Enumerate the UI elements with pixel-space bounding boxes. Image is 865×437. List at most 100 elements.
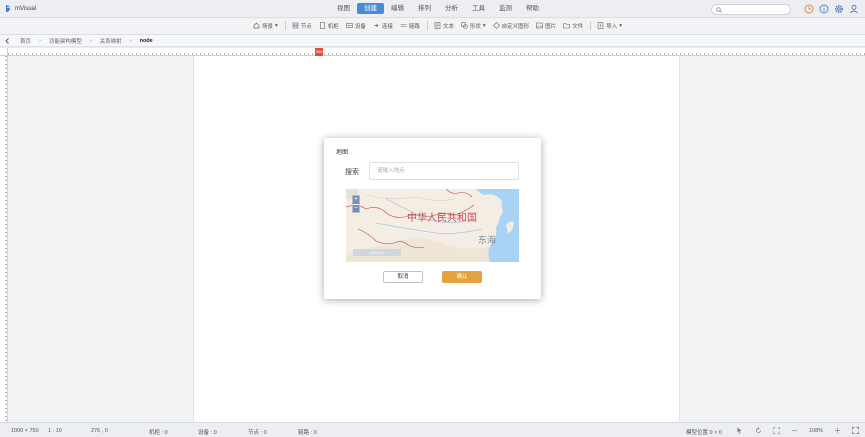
menu-edit[interactable]: 编辑 bbox=[384, 3, 411, 14]
tool-cabinet-label: 机柜 bbox=[327, 23, 339, 30]
breadcrumb: 首页 › 功能架构模型 › 关系映射 › node bbox=[0, 35, 865, 47]
file-icon bbox=[563, 23, 570, 29]
shape-icon bbox=[461, 22, 468, 29]
tool-file[interactable]: 文件 bbox=[563, 22, 583, 30]
status-cabinet-count: 机柜 : 0 bbox=[149, 430, 168, 436]
map-dialog: 地图 搜索 请输入地点 + − 中华人民共和国 东海 1000 km 取消 确认 bbox=[324, 138, 541, 299]
status-zoom-level: 108% bbox=[809, 428, 824, 434]
status-model-position: 模型位置 0 × 0 bbox=[686, 430, 722, 436]
tool-shape-label: 形状 bbox=[469, 23, 481, 30]
chevron-left-icon bbox=[5, 37, 9, 44]
tool-chain-label: 链路 bbox=[408, 23, 420, 30]
device-icon bbox=[346, 23, 353, 28]
map-label-country: 中华人民共和国 bbox=[407, 213, 477, 224]
ruler-marker[interactable]: 300 bbox=[315, 48, 323, 56]
zoom-out-button[interactable]: − bbox=[353, 204, 359, 212]
pointer-icon[interactable] bbox=[736, 427, 743, 434]
menu-analysis[interactable]: 分析 bbox=[438, 3, 465, 14]
scene-icon bbox=[253, 22, 260, 29]
cancel-button[interactable]: 取消 bbox=[383, 271, 423, 283]
tool-shape[interactable]: 形状 ▾ bbox=[461, 22, 486, 30]
main-menu: 视图 创建 编辑 排列 分析 工具 监测 帮助 bbox=[330, 3, 546, 14]
text-icon bbox=[434, 22, 441, 29]
tool-import-label: 导入 bbox=[606, 23, 618, 30]
menu-arrange[interactable]: 排列 bbox=[411, 3, 438, 14]
status-node-count: 节点 : 0 bbox=[248, 430, 267, 436]
tool-connect-label: 连接 bbox=[381, 23, 393, 30]
app-name: mVisual bbox=[15, 5, 37, 12]
tool-text[interactable]: 文本 bbox=[434, 22, 454, 30]
app-header: mVisual 视图 创建 编辑 排列 分析 工具 监测 帮助 × bbox=[0, 0, 865, 18]
toolbar-divider bbox=[426, 21, 428, 30]
menu-create[interactable]: 创建 bbox=[357, 3, 384, 14]
tool-device-label: 设备 bbox=[354, 23, 366, 30]
node-icon bbox=[292, 22, 299, 29]
vertical-ruler[interactable] bbox=[0, 56, 8, 422]
tool-import[interactable]: 导入 ▾ bbox=[597, 22, 622, 30]
menu-tools[interactable]: 工具 bbox=[465, 3, 492, 14]
zoom-in-icon[interactable] bbox=[834, 427, 841, 434]
tool-image-label: 图片 bbox=[545, 23, 557, 30]
tool-node-label: 节点 bbox=[300, 23, 312, 30]
map-view[interactable]: + − 中华人民共和国 东海 1000 km bbox=[346, 189, 519, 262]
zoom-out-icon[interactable] bbox=[791, 427, 798, 434]
zoom-in-button[interactable]: + bbox=[353, 196, 359, 204]
breadcrumb-item-home[interactable]: 首页 › bbox=[20, 37, 49, 45]
info-icon[interactable] bbox=[819, 4, 829, 14]
breadcrumb-label: node bbox=[139, 37, 153, 44]
breadcrumb-item-relation[interactable]: 关系映射 › bbox=[100, 37, 140, 45]
rotate-icon[interactable] bbox=[755, 427, 762, 434]
tool-cabinet[interactable]: 机柜 bbox=[319, 22, 339, 30]
user-icon[interactable] bbox=[849, 4, 859, 14]
breadcrumb-back[interactable] bbox=[5, 37, 10, 44]
create-toolbar: 场景 ▾ 节点 机柜 设备 连接 链路 文本 形状 ▾ 自定义图形 图片 文件 … bbox=[0, 18, 865, 35]
location-search-input[interactable]: 请输入地点 bbox=[369, 162, 519, 180]
close-menu-icon[interactable]: × bbox=[531, 4, 535, 11]
breadcrumb-label: 关系映射 bbox=[99, 38, 122, 45]
status-device-count: 设备 : 0 bbox=[198, 430, 217, 436]
tool-custom-shape[interactable]: 自定义图形 bbox=[492, 22, 530, 30]
search-icon bbox=[716, 7, 722, 13]
map-label-sea: 东海 bbox=[478, 235, 497, 245]
fullscreen-icon[interactable] bbox=[852, 427, 859, 434]
status-scale: 1 : 10 bbox=[48, 428, 62, 434]
ruler-corner bbox=[0, 48, 8, 56]
image-icon bbox=[536, 22, 543, 29]
tool-custom-shape-label: 自定义图形 bbox=[501, 23, 530, 30]
clock-icon[interactable] bbox=[804, 4, 814, 14]
tool-chain[interactable]: 链路 bbox=[400, 22, 420, 30]
link-icon bbox=[373, 23, 379, 28]
menu-view[interactable]: 视图 bbox=[330, 3, 357, 14]
confirm-button[interactable]: 确认 bbox=[442, 271, 482, 283]
fit-screen-icon[interactable] bbox=[773, 427, 780, 434]
toolbar-divider bbox=[590, 21, 592, 30]
tool-connect[interactable]: 连接 bbox=[373, 22, 393, 30]
tool-text-label: 文本 bbox=[442, 23, 454, 30]
chevron-down-icon: ▾ bbox=[619, 22, 622, 29]
breadcrumb-item-architecture[interactable]: 功能架构模型 › bbox=[49, 37, 100, 45]
global-search-input[interactable] bbox=[711, 4, 791, 15]
app-logo: mVisual bbox=[5, 4, 36, 13]
breadcrumb-separator: › bbox=[129, 37, 132, 44]
tool-device[interactable]: 设备 bbox=[346, 22, 366, 30]
tool-node[interactable]: 节点 bbox=[292, 22, 312, 30]
breadcrumb-label: 首页 bbox=[20, 38, 32, 45]
menu-monitor[interactable]: 监测 bbox=[492, 3, 519, 14]
logo-icon bbox=[6, 5, 11, 12]
gear-icon[interactable] bbox=[834, 4, 844, 14]
breadcrumb-separator: › bbox=[39, 37, 41, 44]
breadcrumb-item-current: node bbox=[140, 38, 153, 44]
status-coordinates: 276 , 0 bbox=[91, 428, 108, 434]
tool-scene-label: 场景 bbox=[262, 23, 274, 30]
status-canvas-size: 1000 × 750 bbox=[11, 428, 39, 434]
tool-image[interactable]: 图片 bbox=[536, 22, 556, 30]
import-icon bbox=[597, 22, 604, 29]
status-link-count: 链路 : 0 bbox=[298, 430, 317, 436]
breadcrumb-label: 功能架构模型 bbox=[48, 38, 82, 45]
dialog-title: 地图 bbox=[336, 150, 349, 156]
horizontal-ruler[interactable] bbox=[8, 48, 865, 56]
custom-shape-icon bbox=[492, 22, 500, 29]
chain-icon bbox=[400, 24, 407, 27]
tool-scene[interactable]: 场景 ▾ bbox=[253, 22, 278, 30]
cabinet-icon bbox=[319, 22, 325, 29]
